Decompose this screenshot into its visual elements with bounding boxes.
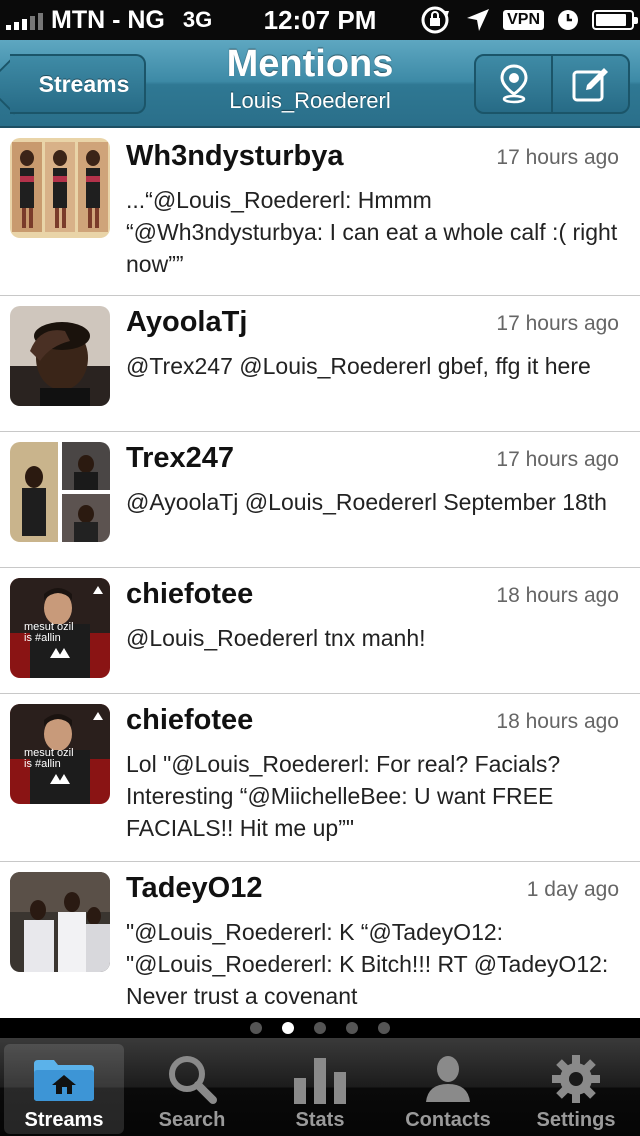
tweet-author[interactable]: chiefotee [126,578,253,611]
status-bar: MTN - NG 3G 12:07 PM VPN [0,0,640,40]
tweet-row[interactable]: mesut ozil is #allin chiefotee 18 hours … [0,568,640,694]
network-type: 3G [182,7,213,32]
tweet-author[interactable]: AyoolaTj [126,306,247,339]
avatar-caption: mesut ozil is #allin [24,747,74,770]
tab-label: Contacts [405,1109,491,1131]
tweet-author[interactable]: Trex247 [126,442,234,475]
mentions-list[interactable]: Wh3ndysturbya 17 hours ago ...“@Louis_Ro… [0,130,640,1018]
nav-title: Mentions Louis_Roedererl [160,42,460,116]
rotation-lock-icon [421,6,450,34]
tweet-text: Lol "@Louis_Roedererl: For real? Facials… [126,751,561,841]
tab-label: Search [158,1109,226,1131]
avatar[interactable]: mesut ozil is #allin [10,578,110,678]
back-button-streams[interactable]: Streams [10,54,146,114]
tweet-text: @AyoolaTj @Louis_Roedererl September 18t… [126,489,607,515]
avatar[interactable] [10,306,110,406]
avatar[interactable] [10,442,110,542]
tweet-row[interactable]: AyoolaTj 17 hours ago @Trex247 @Louis_Ro… [0,296,640,432]
magnifier-icon [169,1056,217,1104]
tweet-time: 18 hours ago [496,584,619,607]
page-dot[interactable] [314,1022,326,1034]
navigation-bar: Streams Mentions Louis_Roedererl [0,40,640,128]
tweet-time: 1 day ago [526,878,619,901]
page-subtitle: Louis_Roedererl [229,88,391,113]
avatar-caption: mesut ozil is #allin [24,621,74,644]
page-dot[interactable] [378,1022,390,1034]
folder-home-icon [34,1060,94,1101]
alarm-clock-icon [558,10,578,30]
tab-settings[interactable]: Settings [512,1038,640,1136]
back-button-label: Streams [38,70,130,97]
avatar[interactable] [10,872,110,972]
map-pin-icon [499,64,528,104]
tab-search[interactable]: Search [128,1038,256,1136]
tweet-time: 17 hours ago [496,448,619,471]
page-dot-active[interactable] [282,1022,294,1034]
tab-label: Streams [24,1109,104,1131]
page-dot[interactable] [346,1022,358,1034]
tweet-text: @Louis_Roedererl tnx manh! [126,625,426,651]
location-button[interactable] [476,56,551,112]
tweet-row[interactable]: mesut ozil is #allin chiefotee 18 hours … [0,694,640,862]
page-dot[interactable] [250,1022,262,1034]
tab-label: Settings [536,1109,616,1131]
avatar[interactable] [10,138,110,238]
tweet-text: ...“@Louis_Roedererl: Hmmm “@Wh3ndysturb… [126,187,618,277]
compose-icon [572,68,608,102]
battery-icon [592,10,638,30]
tweet-text: "@Louis_Roedererl: K “@TadeyO12: "@Louis… [126,919,609,1009]
page-title: Mentions [226,43,394,85]
tweet-time: 17 hours ago [496,146,619,169]
nav-action-group [474,54,630,114]
location-arrow-icon [467,9,490,31]
bar-chart-icon [294,1058,346,1104]
carrier-name: MTN - NG [51,5,165,34]
tab-label: Stats [295,1109,345,1131]
tab-stats[interactable]: Stats [256,1038,384,1136]
tweet-time: 17 hours ago [496,312,619,335]
signal-strength-icon [6,10,43,30]
avatar[interactable]: mesut ozil is #allin [10,704,110,804]
tweet-row[interactable]: Wh3ndysturbya 17 hours ago ...“@Louis_Ro… [0,130,640,296]
gear-icon [552,1055,600,1103]
tweet-text: @Trex247 @Louis_Roedererl gbef, ffg it h… [126,353,591,379]
tab-contacts[interactable]: Contacts [384,1038,512,1136]
tweet-row[interactable]: Trex247 17 hours ago @AyoolaTj @Louis_Ro… [0,432,640,568]
vpn-badge: VPN [503,10,544,30]
page-indicator[interactable] [0,1018,640,1038]
compose-button[interactable] [551,56,628,112]
tab-bar: Streams Search Stats Contacts Settings [0,1038,640,1136]
tweet-author[interactable]: chiefotee [126,704,253,737]
tab-streams[interactable]: Streams [0,1038,128,1136]
tweet-author[interactable]: Wh3ndysturbya [126,140,344,173]
tweet-time: 18 hours ago [496,710,619,733]
tweet-author[interactable]: TadeyO12 [126,872,262,905]
person-icon [426,1056,470,1102]
tweet-row[interactable]: TadeyO12 1 day ago "@Louis_Roedererl: K … [0,862,640,1018]
